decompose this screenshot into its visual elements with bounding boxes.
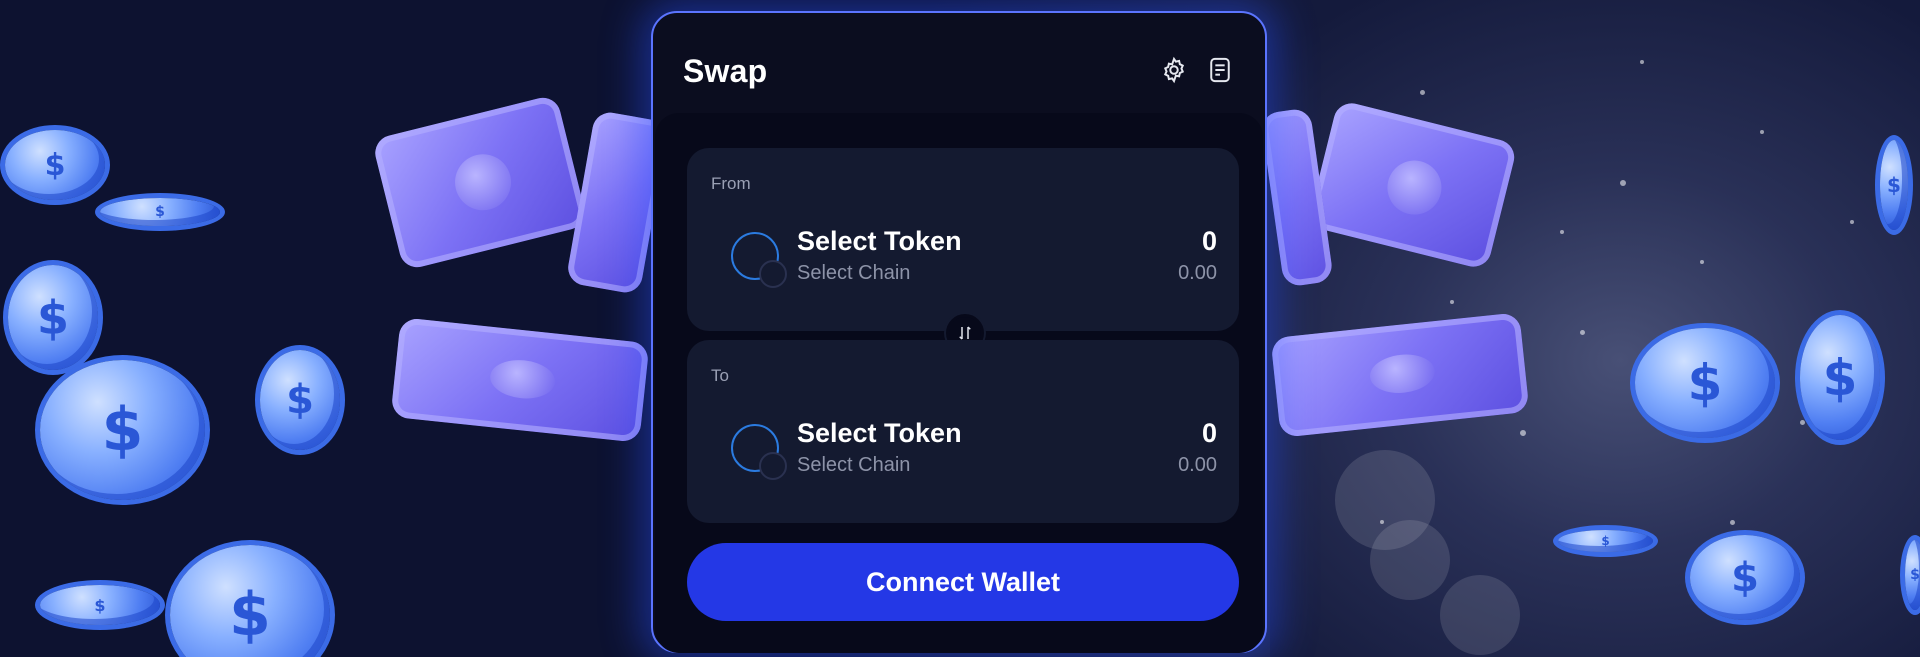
dollar-coin-icon: $ <box>1800 315 1880 440</box>
speck <box>1560 230 1564 234</box>
dollar-coin-icon: $ <box>1905 540 1920 610</box>
coin-glyph: $ <box>94 595 106 615</box>
coin-glyph: $ <box>1887 173 1901 197</box>
coin-glyph: $ <box>36 290 69 345</box>
dollar-coin-icon: $ <box>1635 328 1775 438</box>
dollar-coin-icon: $ <box>5 130 105 200</box>
coin-glyph: $ <box>286 377 314 423</box>
dollar-coin-icon: $ <box>170 545 330 657</box>
swap-title: Swap <box>683 53 768 89</box>
coin-glyph: $ <box>1601 534 1610 548</box>
gear-icon <box>1163 56 1185 84</box>
chain-placeholder-icon[interactable] <box>759 452 787 480</box>
dollar-coin-icon: $ <box>260 350 340 450</box>
speck <box>1760 130 1764 134</box>
speck <box>1620 180 1626 186</box>
swap-card: Swap From Select Token Select Chain 0 0.… <box>651 11 1267 653</box>
coin-glyph: $ <box>44 147 66 183</box>
coin-glyph: $ <box>155 204 165 220</box>
bokeh <box>1370 520 1450 600</box>
from-usd-value: 0.00 <box>1178 262 1217 284</box>
history-button[interactable] <box>1203 53 1237 87</box>
coin-glyph: $ <box>229 580 271 650</box>
bokeh <box>1440 575 1520 655</box>
banknote-oval <box>449 148 517 217</box>
banknote-oval <box>1381 154 1448 221</box>
speck <box>1850 220 1854 224</box>
coin-glyph: $ <box>1731 554 1759 601</box>
speck <box>1800 420 1805 425</box>
dollar-coin-icon: $ <box>8 265 98 370</box>
to-usd-value: 0.00 <box>1178 454 1217 476</box>
speck <box>1640 60 1644 64</box>
coin-glyph: $ <box>1687 354 1723 412</box>
speck <box>1520 430 1526 436</box>
coin-glyph: $ <box>1910 567 1920 583</box>
settings-button[interactable] <box>1157 53 1191 87</box>
to-label: To <box>711 366 729 385</box>
dollar-coin-icon: $ <box>1558 530 1653 552</box>
dollar-coin-icon: $ <box>1690 535 1800 620</box>
speck <box>1450 300 1454 304</box>
to-amount-input[interactable]: 0 <box>1202 418 1217 449</box>
dollar-coin-icon: $ <box>40 585 160 625</box>
speck <box>1700 260 1704 264</box>
from-select-token[interactable]: Select Token <box>797 226 962 257</box>
banknote-icon <box>390 317 650 443</box>
from-amount-input[interactable]: 0 <box>1202 226 1217 257</box>
banknote-icon <box>371 94 589 271</box>
chain-placeholder-icon[interactable] <box>759 260 787 288</box>
coin-glyph: $ <box>1822 348 1858 407</box>
speck <box>1420 90 1425 95</box>
dollar-coin-icon: $ <box>40 360 205 500</box>
speck <box>1580 330 1585 335</box>
dollar-coin-icon: $ <box>100 198 220 226</box>
from-label: From <box>711 174 751 193</box>
to-select-token[interactable]: Select Token <box>797 418 962 449</box>
connect-wallet-button[interactable]: Connect Wallet <box>687 543 1239 621</box>
coin-glyph: $ <box>101 395 144 465</box>
dollar-coin-icon: $ <box>1880 140 1908 230</box>
from-select-chain[interactable]: Select Chain <box>797 262 910 285</box>
speck <box>1730 520 1735 525</box>
banknote-oval <box>1368 351 1437 397</box>
to-select-chain[interactable]: Select Chain <box>797 454 910 477</box>
from-panel: From Select Token Select Chain 0 0.00 <box>687 148 1239 331</box>
to-panel: To Select Token Select Chain 0 0.00 <box>687 340 1239 523</box>
document-icon <box>1210 57 1230 83</box>
banknote-oval <box>488 356 557 402</box>
swap-body: From Select Token Select Chain 0 0.00 To… <box>655 113 1263 653</box>
